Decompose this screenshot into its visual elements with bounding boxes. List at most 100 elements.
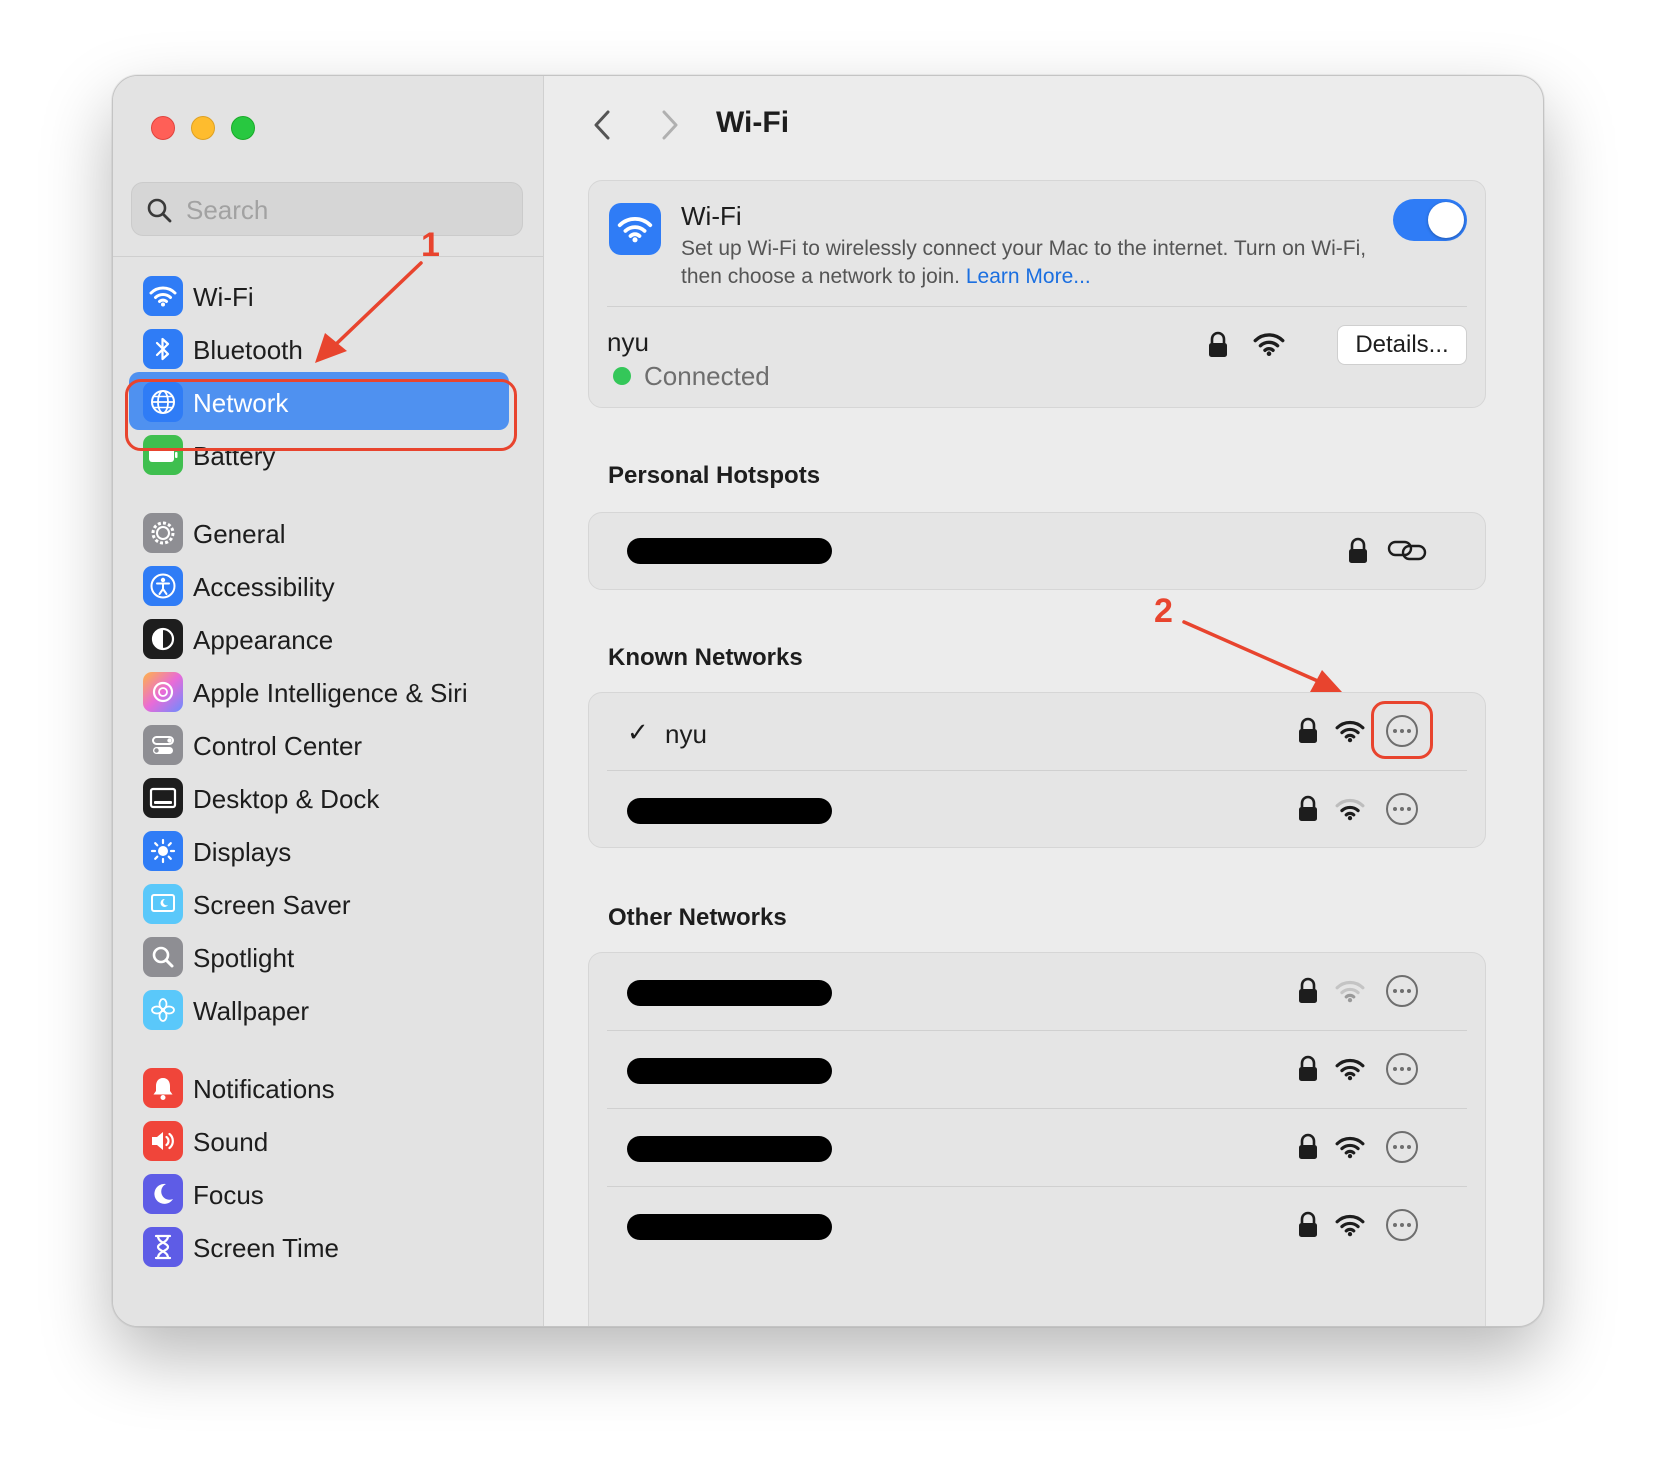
sidebar-item-notifications[interactable]: Notifications xyxy=(143,1066,533,1110)
sidebar-item-label: Sound xyxy=(193,1127,269,1157)
sidebar-item-wallpaper[interactable]: Wallpaper xyxy=(143,988,533,1032)
hotspots-card xyxy=(588,512,1486,590)
sidebar-item-focus[interactable]: Focus xyxy=(143,1172,533,1216)
lock-icon xyxy=(1299,1055,1317,1081)
forward-chevron-icon[interactable] xyxy=(654,108,684,142)
wifi-card-title: Wi-Fi xyxy=(681,201,742,231)
card-divider xyxy=(607,306,1467,307)
search-field[interactable] xyxy=(131,182,523,237)
appearance-icon xyxy=(143,619,183,659)
sidebar-item-general[interactable]: General xyxy=(143,511,533,555)
lock-icon xyxy=(1299,977,1317,1003)
more-options-button[interactable] xyxy=(1386,1053,1418,1085)
row-divider xyxy=(607,1030,1467,1031)
redacted-network-name xyxy=(627,980,832,1006)
connection-status: Connected xyxy=(644,361,770,391)
sidebar: Wi-Fi Bluetooth Network Battery xyxy=(113,76,544,1326)
redacted-network-name xyxy=(627,538,832,564)
sidebar-item-label: Screen Time xyxy=(193,1233,339,1263)
sidebar-item-label: Bluetooth xyxy=(193,335,303,365)
sidebar-item-accessibility[interactable]: Accessibility xyxy=(143,564,533,608)
main-content: Wi-Fi Wi-Fi Set up Wi-Fi to wirelessly c… xyxy=(544,76,1543,1326)
more-options-button[interactable] xyxy=(1386,975,1418,1007)
section-title-other-networks: Other Networks xyxy=(608,904,787,931)
row-divider xyxy=(607,770,1467,771)
system-settings-window: Wi-Fi Bluetooth Network Battery xyxy=(112,75,1544,1327)
more-options-button[interactable] xyxy=(1386,793,1418,825)
spotlight-icon xyxy=(143,937,183,977)
wifi-signal-icon xyxy=(1335,980,1365,1003)
speaker-icon xyxy=(143,1121,183,1161)
lock-icon xyxy=(1299,717,1317,743)
other-networks-card xyxy=(588,952,1486,1326)
wifi-signal-icon xyxy=(1253,333,1285,356)
more-options-button[interactable] xyxy=(1386,1209,1418,1241)
wifi-description: Set up Wi-Fi to wirelessly connect your … xyxy=(681,235,1371,291)
wifi-card: Wi-Fi Set up Wi-Fi to wirelessly connect… xyxy=(588,180,1486,408)
hourglass-icon xyxy=(143,1227,183,1267)
hotspot-link-icon xyxy=(1387,540,1427,561)
dock-icon xyxy=(143,778,183,818)
toggle-knob xyxy=(1428,202,1464,238)
wifi-icon xyxy=(609,203,661,255)
search-input[interactable] xyxy=(184,183,508,237)
sidebar-item-apple-intelligence-siri[interactable]: Apple Intelligence & Siri xyxy=(143,670,533,714)
sun-icon xyxy=(143,831,183,871)
sidebar-item-label: Control Center xyxy=(193,731,363,761)
back-chevron-icon[interactable] xyxy=(588,108,618,142)
redacted-network-name xyxy=(627,1214,832,1240)
accessibility-icon xyxy=(143,566,183,606)
sidebar-item-label: Apple Intelligence & Siri xyxy=(193,678,468,708)
annotation-highlight-more-button xyxy=(1371,701,1433,759)
sidebar-item-appearance[interactable]: Appearance xyxy=(143,617,533,661)
wifi-signal-icon xyxy=(1335,798,1365,821)
sidebar-item-label: Spotlight xyxy=(193,943,295,973)
learn-more-link[interactable]: Learn More... xyxy=(966,265,1091,288)
details-button[interactable]: Details... xyxy=(1337,325,1467,365)
sidebar-item-label: Displays xyxy=(193,837,292,867)
sidebar-item-label: Wallpaper xyxy=(193,996,310,1026)
sidebar-item-label: Desktop & Dock xyxy=(193,784,380,814)
lock-icon xyxy=(1299,1211,1317,1237)
lock-icon xyxy=(1349,537,1367,563)
lock-icon xyxy=(1299,1133,1317,1159)
sidebar-item-screen-time[interactable]: Screen Time xyxy=(143,1225,533,1269)
sidebar-item-desktop-dock[interactable]: Desktop & Dock xyxy=(143,776,533,820)
bluetooth-icon xyxy=(143,329,183,369)
wifi-icon xyxy=(143,276,183,316)
siri-icon xyxy=(143,672,183,712)
sidebar-item-spotlight[interactable]: Spotlight xyxy=(143,935,533,979)
annotation-number-1: 1 xyxy=(421,226,440,264)
row-divider xyxy=(607,1108,1467,1109)
lock-icon xyxy=(1299,795,1317,821)
annotation-highlight-network xyxy=(125,379,517,451)
section-title-personal-hotspots: Personal Hotspots xyxy=(608,462,821,489)
page-title: Wi-Fi xyxy=(716,106,790,139)
section-title-known-networks: Known Networks xyxy=(608,644,803,671)
sidebar-item-control-center[interactable]: Control Center xyxy=(143,723,533,767)
sidebar-item-label: Appearance xyxy=(193,625,334,655)
annotation-number-2: 2 xyxy=(1154,592,1173,630)
close-button[interactable] xyxy=(151,116,175,140)
redacted-network-name xyxy=(627,1136,832,1162)
minimize-button[interactable] xyxy=(191,116,215,140)
annotation-arrow-1 xyxy=(315,261,423,363)
lock-icon xyxy=(1209,331,1227,357)
sidebar-item-screen-saver[interactable]: Screen Saver xyxy=(143,882,533,926)
sidebar-item-displays[interactable]: Displays xyxy=(143,829,533,873)
search-icon xyxy=(147,198,172,223)
more-options-button[interactable] xyxy=(1386,1131,1418,1163)
wifi-signal-icon xyxy=(1335,1058,1365,1081)
checkmark-icon: ✓ xyxy=(627,717,649,747)
bell-icon xyxy=(143,1068,183,1108)
sidebar-item-label: Focus xyxy=(193,1180,264,1210)
sidebar-item-label: Wi-Fi xyxy=(193,282,254,312)
wallpaper-icon xyxy=(143,990,183,1030)
screen-saver-icon xyxy=(143,884,183,924)
zoom-button[interactable] xyxy=(231,116,255,140)
redacted-network-name xyxy=(627,1058,832,1084)
wifi-toggle[interactable] xyxy=(1393,199,1467,241)
sidebar-item-sound[interactable]: Sound xyxy=(143,1119,533,1163)
row-divider xyxy=(607,1186,1467,1187)
current-network-name: nyu xyxy=(607,327,649,357)
